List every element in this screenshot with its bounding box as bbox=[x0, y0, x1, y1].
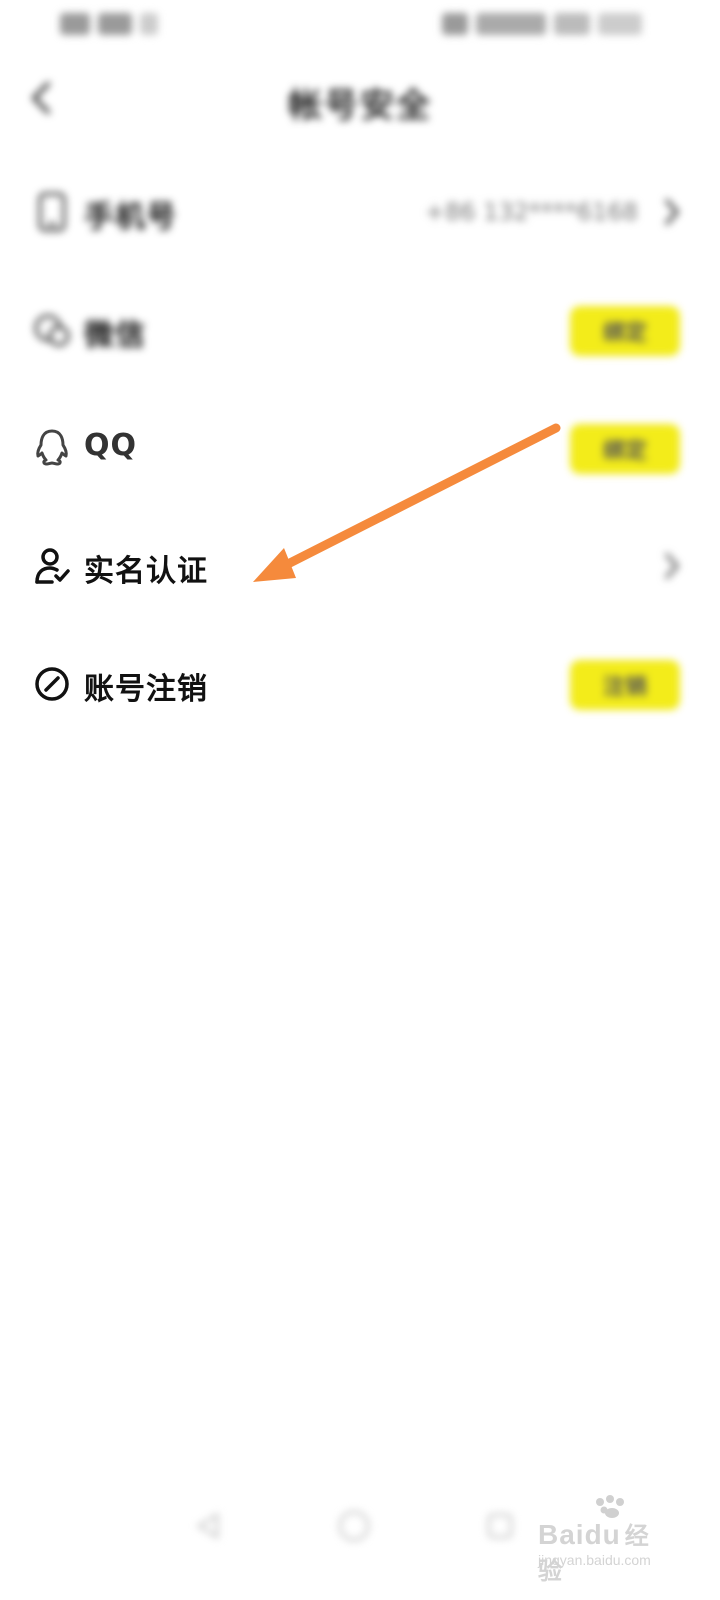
status-bar bbox=[0, 0, 720, 50]
notification-icon bbox=[442, 13, 468, 35]
watermark-brand: Baidu bbox=[538, 1519, 621, 1550]
row-label-account-cancel: 账号注销 bbox=[84, 672, 208, 707]
network-icon bbox=[98, 13, 132, 35]
bind-wechat-button[interactable]: 绑定 bbox=[570, 306, 680, 356]
row-qq[interactable]: QQ 绑定 bbox=[0, 404, 720, 494]
watermark-url: jingyan.baidu.com bbox=[538, 1552, 651, 1568]
row-wechat[interactable]: 微信 绑定 bbox=[0, 286, 720, 376]
row-label-phone: 手机号 bbox=[84, 200, 177, 235]
qq-icon bbox=[30, 426, 74, 470]
row-real-name[interactable]: 实名认证 bbox=[0, 522, 720, 612]
chevron-right-icon bbox=[660, 194, 684, 230]
baidu-jingyan-watermark: Baidu 经验 jingyan.baidu.com bbox=[538, 1494, 668, 1585]
clock-block bbox=[598, 13, 642, 35]
nav-home-icon[interactable] bbox=[332, 1504, 376, 1548]
user-verified-icon bbox=[30, 544, 74, 588]
nav-back-icon[interactable] bbox=[186, 1504, 230, 1548]
status-right-indicators bbox=[432, 10, 642, 38]
chevron-right-icon bbox=[660, 548, 684, 584]
cancel-account-button[interactable]: 注销 bbox=[570, 660, 680, 710]
row-label-real-name: 实名认证 bbox=[84, 554, 208, 589]
row-phone[interactable]: 手机号 +86 132****6168 bbox=[0, 168, 720, 258]
row-label-wechat: 微信 bbox=[84, 318, 146, 353]
battery-icon bbox=[554, 13, 590, 35]
wechat-icon bbox=[30, 308, 74, 352]
signal-icon bbox=[60, 13, 90, 35]
wifi-icon bbox=[140, 13, 158, 35]
phone-number-value: +86 132****6168 bbox=[424, 198, 638, 226]
nav-recents-icon[interactable] bbox=[478, 1504, 522, 1548]
bind-qq-button[interactable]: 绑定 bbox=[570, 424, 680, 474]
header: 帐号安全 bbox=[0, 60, 720, 136]
row-label-qq: QQ bbox=[84, 428, 138, 463]
status-left-indicators bbox=[60, 10, 165, 38]
phone-icon bbox=[30, 190, 74, 234]
status-text-block bbox=[476, 13, 546, 35]
row-account-cancel[interactable]: 账号注销 注销 bbox=[0, 640, 720, 730]
prohibit-icon bbox=[30, 662, 74, 706]
page-title: 帐号安全 bbox=[288, 86, 432, 126]
